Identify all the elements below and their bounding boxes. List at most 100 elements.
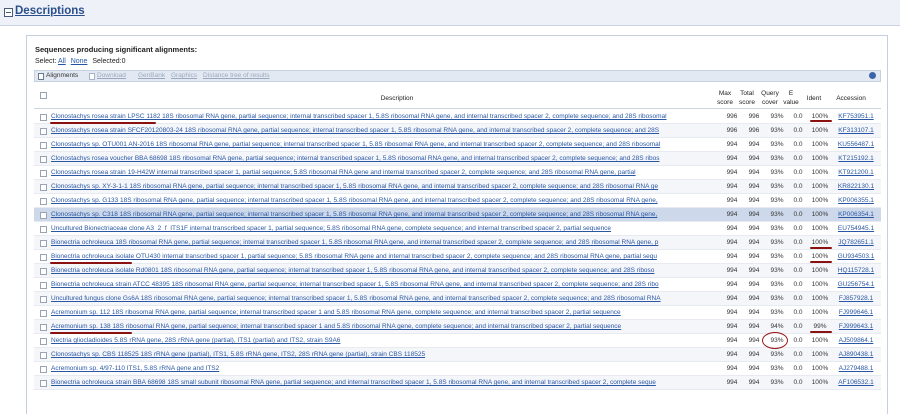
description-link[interactable]: Clonostachys sp. CBS 118525 18S rRNA gen… xyxy=(51,351,723,358)
description-link[interactable]: Clonostachys rosea voucher BBA 68698 18S… xyxy=(51,155,723,162)
row-checkbox[interactable] xyxy=(40,114,47,121)
genbank-link[interactable]: GenBank xyxy=(138,72,165,79)
description-link[interactable]: Acremonium sp. 138 18S ribosomal RNA gen… xyxy=(51,323,723,330)
table-row[interactable]: Acremonium sp. 138 18S ribosomal RNA gen… xyxy=(34,320,881,334)
description-link[interactable]: Bionectria ochroleuca 18S ribosomal RNA … xyxy=(51,239,723,246)
row-checkbox[interactable] xyxy=(40,156,47,163)
row-checkbox[interactable] xyxy=(40,184,47,191)
select-none-link[interactable]: None xyxy=(71,58,88,65)
accession-link[interactable]: AJ890438.1 xyxy=(832,351,880,358)
accession-link[interactable]: KT921200.1 xyxy=(832,169,880,176)
distance-tree-link[interactable]: Distance tree of results xyxy=(203,72,269,79)
select-all-checkbox[interactable] xyxy=(40,92,47,99)
row-checkbox[interactable] xyxy=(40,198,47,205)
descriptions-section-header[interactable]: Descriptions xyxy=(0,0,900,26)
accession-link[interactable]: KP006355.1 xyxy=(832,197,880,204)
accession-link[interactable]: FJ999643.1 xyxy=(832,323,880,330)
table-row[interactable]: Clonostachys rosea strain SFCF20120803-2… xyxy=(34,124,881,138)
description-link[interactable]: Clonostachys sp. C318 18S ribosomal RNA … xyxy=(51,211,723,218)
accession-link[interactable]: KF753951.1 xyxy=(832,113,880,120)
description-link[interactable]: Bionectria ochroleuca strain ATCC 48395 … xyxy=(51,281,723,288)
table-row[interactable]: Uncultured fungus clone Gs6A 18S ribosom… xyxy=(34,292,881,306)
row-checkbox[interactable] xyxy=(40,380,47,387)
accession-link[interactable]: AJ509864.1 xyxy=(832,337,880,344)
table-row[interactable]: Clonostachys sp. C318 18S ribosomal RNA … xyxy=(34,208,881,222)
accession-link[interactable]: FJ999646.1 xyxy=(832,309,880,316)
accession-link[interactable]: FJ857928.1 xyxy=(832,295,880,302)
select-all-link[interactable]: All xyxy=(58,58,66,65)
table-row[interactable]: Clonostachys sp. CBS 118525 18S rRNA gen… xyxy=(34,348,881,362)
description-link[interactable]: Clonostachys sp. XY-3-1-1 18S ribosomal … xyxy=(51,183,723,190)
row-checkbox[interactable] xyxy=(40,338,47,345)
row-checkbox[interactable] xyxy=(40,282,47,289)
description-link[interactable]: Bionectria ochroleuca isolate Rd0801 18S… xyxy=(51,267,723,274)
col-header-ident[interactable]: Ident xyxy=(803,94,825,103)
graphics-link[interactable]: Graphics xyxy=(171,72,197,79)
row-checkbox[interactable] xyxy=(40,240,47,247)
description-link[interactable]: Nectria gliocladioides 5.8S rRNA gene, 2… xyxy=(51,337,723,344)
description-link[interactable]: Clonostachys rosea strain LPSC 1182 18S … xyxy=(51,113,723,120)
col-header-e-value[interactable]: E value xyxy=(783,89,799,107)
alignments-button[interactable]: Alignments xyxy=(46,72,78,79)
accession-link[interactable]: KU556487.1 xyxy=(832,141,880,148)
settings-gear-icon[interactable] xyxy=(869,72,876,79)
row-checkbox[interactable] xyxy=(40,170,47,177)
description-link[interactable]: Clonostachys rosea strain 19-H42W intern… xyxy=(51,169,723,176)
col-header-max-score[interactable]: Max score xyxy=(715,89,735,107)
table-row[interactable]: Clonostachys rosea strain 19-H42W intern… xyxy=(34,166,881,180)
row-checkbox[interactable] xyxy=(40,352,47,359)
table-row[interactable]: Clonostachys rosea strain LPSC 1182 18S … xyxy=(34,110,881,124)
row-checkbox[interactable] xyxy=(40,128,47,135)
col-header-description[interactable]: Description xyxy=(347,94,447,103)
description-link[interactable]: Uncultured Bionectriaceae clone A3_2_f_I… xyxy=(51,225,723,232)
description-link[interactable]: Clonostachys sp. OTU001 AN-2016 18S ribo… xyxy=(51,141,723,148)
description-link[interactable]: Bionectria ochroleuca isolate OTU430 int… xyxy=(51,253,723,260)
description-link[interactable]: Uncultured fungus clone Gs6A 18S ribosom… xyxy=(51,295,723,302)
description-link[interactable]: Bionectria ochroleuca strain BBA 68698 1… xyxy=(51,379,723,386)
col-header-total-score[interactable]: Total score xyxy=(737,89,757,107)
col-header-accession[interactable]: Accession xyxy=(827,94,875,103)
accession-link[interactable]: KF313107.1 xyxy=(832,127,880,134)
accession-link[interactable]: KT215192.1 xyxy=(832,155,880,162)
row-checkbox[interactable] xyxy=(40,268,47,275)
row-checkbox[interactable] xyxy=(40,254,47,261)
table-row[interactable]: Bionectria ochroleuca strain BBA 68698 1… xyxy=(34,376,881,390)
accession-link[interactable]: KP006354.1 xyxy=(832,211,880,218)
accession-link[interactable]: KR822130.1 xyxy=(832,183,880,190)
table-row[interactable]: Bionectria ochroleuca strain ATCC 48395 … xyxy=(34,278,881,292)
table-row[interactable]: Bionectria ochroleuca isolate Rd0801 18S… xyxy=(34,264,881,278)
accession-link[interactable]: JQ782651.1 xyxy=(832,239,880,246)
accession-link[interactable]: AF106532.1 xyxy=(832,379,880,386)
description-link[interactable]: Acremonium sp. 112 18S ribosomal RNA gen… xyxy=(51,309,723,316)
section-title[interactable]: Descriptions xyxy=(15,5,85,17)
accession-link[interactable]: EU754945.1 xyxy=(832,225,880,232)
table-row[interactable]: Clonostachys sp. OTU001 AN-2016 18S ribo… xyxy=(34,138,881,152)
table-row[interactable]: Clonostachys rosea voucher BBA 68698 18S… xyxy=(34,152,881,166)
download-button[interactable]: Download xyxy=(97,72,126,79)
table-row[interactable]: Uncultured Bionectriaceae clone A3_2_f_I… xyxy=(34,222,881,236)
col-header-query-cover[interactable]: Query cover xyxy=(759,89,781,107)
accession-link[interactable]: HQ115728.1 xyxy=(832,267,880,274)
table-row[interactable]: Bionectria ochroleuca isolate OTU430 int… xyxy=(34,250,881,264)
accession-link[interactable]: GU934503.1 xyxy=(832,253,880,260)
table-row[interactable]: Clonostachys sp. G133 18S ribosomal RNA … xyxy=(34,194,881,208)
table-row[interactable]: Acremonium sp. 4/97-110 ITS1, 5.8S rRNA … xyxy=(34,362,881,376)
table-row[interactable]: Clonostachys sp. XY-3-1-1 18S ribosomal … xyxy=(34,180,881,194)
row-checkbox[interactable] xyxy=(40,296,47,303)
accession-link[interactable]: AJ279488.1 xyxy=(832,365,880,372)
table-row[interactable]: Nectria gliocladioides 5.8S rRNA gene, 2… xyxy=(34,334,881,348)
collapse-toggle-icon[interactable] xyxy=(4,8,13,17)
description-link[interactable]: Acremonium sp. 4/97-110 ITS1, 5.8S rRNA … xyxy=(51,365,723,372)
row-checkbox[interactable] xyxy=(40,142,47,149)
table-row[interactable]: Bionectria ochroleuca 18S ribosomal RNA … xyxy=(34,236,881,250)
accession-link[interactable]: GU256754.1 xyxy=(832,281,880,288)
table-row[interactable]: Acremonium sp. 112 18S ribosomal RNA gen… xyxy=(34,306,881,320)
row-checkbox[interactable] xyxy=(40,324,47,331)
row-checkbox[interactable] xyxy=(40,366,47,373)
row-checkbox[interactable] xyxy=(40,226,47,233)
row-checkbox[interactable] xyxy=(40,212,47,219)
description-link[interactable]: Clonostachys sp. G133 18S ribosomal RNA … xyxy=(51,197,723,204)
row-checkbox[interactable] xyxy=(40,310,47,317)
description-link[interactable]: Clonostachys rosea strain SFCF20120803-2… xyxy=(51,127,723,134)
e-value: 0.0 xyxy=(793,281,803,288)
